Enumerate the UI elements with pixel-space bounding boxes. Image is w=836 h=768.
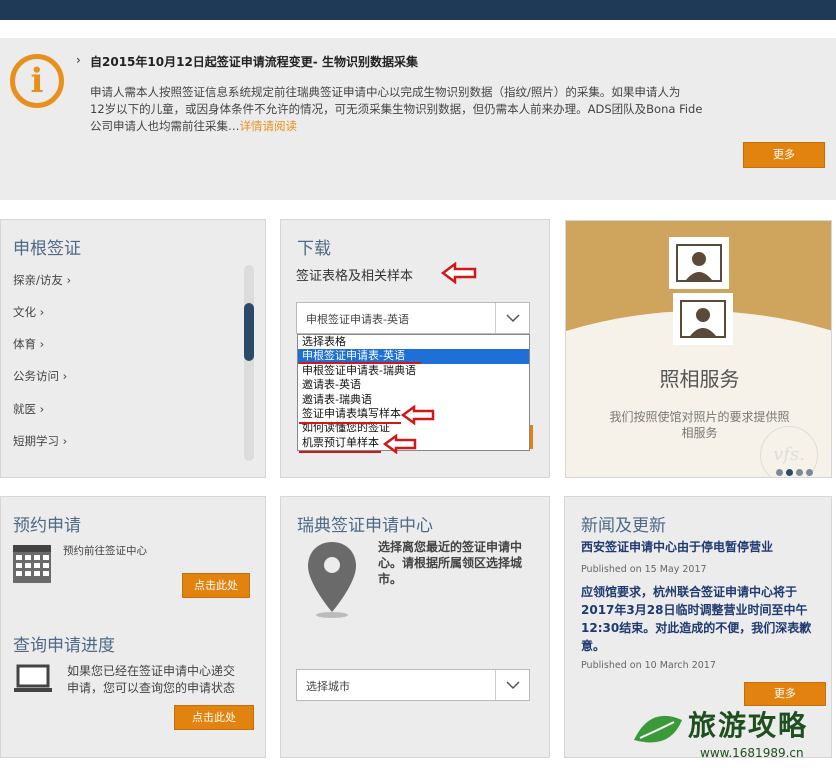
schengen-item[interactable]: 体育 › bbox=[13, 336, 44, 352]
appointment-panel: 预约申请 预约前往签证中心 点击此处 查询申请进度 如果您已经在签证申请中心递交… bbox=[0, 496, 266, 758]
news-item-date: Published on 15 May 2017 bbox=[581, 564, 707, 575]
appointment-text: 预约前往签证中心 bbox=[63, 545, 147, 557]
schengen-item-label: 短期学习 bbox=[13, 434, 59, 448]
news-item-line: 意。 bbox=[581, 639, 606, 653]
leaf-logo-icon bbox=[634, 715, 682, 743]
news-item-line: 12:30结束。对此造成的不便，我们深表歉 bbox=[581, 621, 812, 635]
tracking-text-line: 如果您已经在签证申请中心递交 bbox=[67, 664, 236, 678]
calendar-icon bbox=[13, 545, 51, 583]
portrait-icon bbox=[669, 237, 729, 289]
annotation-arrow-icon bbox=[400, 405, 435, 425]
panel-title: 申根签证 bbox=[13, 239, 81, 259]
form-select-value: 申根签证申请表-英语 bbox=[306, 313, 409, 326]
panel-title: 瑞典签证申请中心 bbox=[297, 516, 433, 536]
panel-title: 下载 bbox=[297, 239, 331, 259]
carousel-dot[interactable] bbox=[806, 469, 813, 476]
center-text-line: 市。 bbox=[378, 572, 403, 586]
info-icon: i bbox=[10, 54, 64, 108]
news-item-date: Published on 10 March 2017 bbox=[581, 660, 716, 671]
schengen-item[interactable]: 文化 › bbox=[13, 304, 44, 320]
scrollbar[interactable] bbox=[244, 265, 254, 461]
panel-title: 预约申请 bbox=[13, 516, 81, 536]
announcement-title[interactable]: 自2015年10月12日起签证申请流程变更- 生物识别数据采集 bbox=[90, 53, 418, 70]
photo-desc-line: 我们按照使馆对照片的要求提供照 bbox=[609, 410, 790, 424]
top-nav-bar bbox=[0, 0, 836, 20]
announcement-line: 申请人需本人按照签证信息系统规定前往瑞典签证申请中心以完成生物识别数据（指纹/照… bbox=[90, 85, 681, 99]
schengen-item[interactable]: 就医 › bbox=[13, 401, 44, 417]
scrollbar-thumb[interactable] bbox=[244, 303, 254, 361]
annotation-arrow-icon bbox=[382, 434, 417, 454]
center-text-line: 选择离您最近的签证申请中 bbox=[378, 540, 523, 554]
center-text: 选择离您最近的签证申请中 心。请根据所属领区选择城 市。 bbox=[378, 539, 522, 587]
download-subtitle: 签证表格及相关样本 bbox=[296, 269, 414, 284]
news-item-line: 应领馆要求，杭州联合签证申请中心将于 bbox=[581, 585, 798, 599]
chevron-down-icon bbox=[495, 303, 529, 333]
tracking-text-line: 申请，您可以查询您的申请状态 bbox=[67, 681, 236, 695]
dropdown-option[interactable]: 邀请表-英语 bbox=[298, 378, 529, 392]
chevron-down-icon bbox=[495, 670, 529, 700]
announcement-line-text: 公司申请人也均需前往采集… bbox=[90, 119, 240, 133]
more-button[interactable]: 更多 bbox=[743, 142, 825, 168]
announcement-banner: i › 自2015年10月12日起签证申请流程变更- 生物识别数据采集 申请人需… bbox=[0, 38, 836, 200]
visa-center-panel: 瑞典签证申请中心 选择离您最近的签证申请中 心。请根据所属领区选择城 市。 bbox=[280, 496, 550, 758]
schengen-item[interactable]: 探亲/访友 › bbox=[13, 272, 71, 288]
schengen-item-label: 探亲/访友 bbox=[13, 273, 63, 287]
schengen-item-label: 体育 bbox=[13, 337, 36, 351]
announcement-line: 公司申请人也均需前往采集…详情请阅读 bbox=[90, 118, 750, 135]
tracking-button[interactable]: 点击此处 bbox=[174, 705, 254, 730]
schengen-item[interactable]: 公务访问 › bbox=[13, 368, 67, 384]
schengen-item-label: 文化 bbox=[13, 305, 36, 319]
location-pin-icon bbox=[308, 542, 356, 618]
form-select[interactable]: 申根签证申请表-英语 bbox=[296, 302, 530, 334]
announcement-line: 12岁以下的儿童，或因身体条件不允许的情况，可无须采集生物识别数据，但仍需本人前… bbox=[90, 102, 703, 116]
announcement-text: 申请人需本人按照签证信息系统规定前往瑞典签证申请中心以完成生物识别数据（指纹/照… bbox=[90, 84, 750, 135]
laptop-icon bbox=[14, 664, 52, 692]
center-text-line: 心。请根据所属领区选择城 bbox=[378, 556, 523, 570]
dropdown-option[interactable]: 申根签证申请表-瑞典语 bbox=[298, 364, 529, 378]
watermark-url: www.1681989.cn bbox=[700, 746, 804, 760]
chevron-right-icon: › bbox=[76, 53, 81, 67]
carousel-dot-active[interactable] bbox=[786, 469, 793, 476]
carousel-dot[interactable] bbox=[776, 469, 783, 476]
annotation-underline bbox=[299, 362, 421, 364]
portrait-icon bbox=[673, 293, 733, 345]
news-item-title[interactable]: 西安签证申请中心由于停电暂停营业 bbox=[581, 538, 773, 556]
news-item-title[interactable]: 应领馆要求，杭州联合签证申请中心将于 2017年3月28日临时调整营业时间至中午… bbox=[581, 583, 811, 655]
appointment-button[interactable]: 点击此处 bbox=[182, 573, 250, 598]
tracking-text: 如果您已经在签证申请中心递交 申请，您可以查询您的申请状态 bbox=[67, 663, 235, 697]
panel-title: 查询申请进度 bbox=[13, 636, 115, 656]
schengen-item-label: 公务访问 bbox=[13, 369, 59, 383]
photo-title: 照相服务 bbox=[659, 367, 740, 391]
schengen-item[interactable]: 短期学习 › bbox=[13, 433, 67, 449]
read-more-link[interactable]: 详情请阅读 bbox=[240, 119, 298, 133]
annotation-underline bbox=[299, 422, 401, 424]
carousel-dots[interactable] bbox=[776, 461, 816, 477]
news-item-line: 2017年3月28日临时调整营业时间至中午 bbox=[581, 603, 808, 617]
city-select-value: 选择城市 bbox=[306, 680, 350, 693]
schengen-visa-panel: 申根签证 探亲/访友 › 文化 › 体育 › 公务访问 › 就医 › 短期学习 … bbox=[0, 219, 266, 478]
watermark-name: 旅游攻略 bbox=[688, 709, 809, 742]
annotation-underline bbox=[299, 451, 381, 453]
site-watermark: 旅游攻略 www.1681989.cn bbox=[630, 700, 836, 768]
carousel-dot[interactable] bbox=[796, 469, 803, 476]
annotation-arrow-icon bbox=[440, 262, 477, 284]
panel-title: 新闻及更新 bbox=[581, 516, 666, 536]
photo-service-card[interactable]: 照相服务 我们按照使馆对照片的要求提供照 相服务 vfs. bbox=[565, 220, 832, 478]
schengen-item-label: 就医 bbox=[13, 402, 36, 416]
city-select[interactable]: 选择城市 bbox=[296, 669, 530, 701]
dropdown-option[interactable]: 选择表格 bbox=[298, 335, 529, 349]
